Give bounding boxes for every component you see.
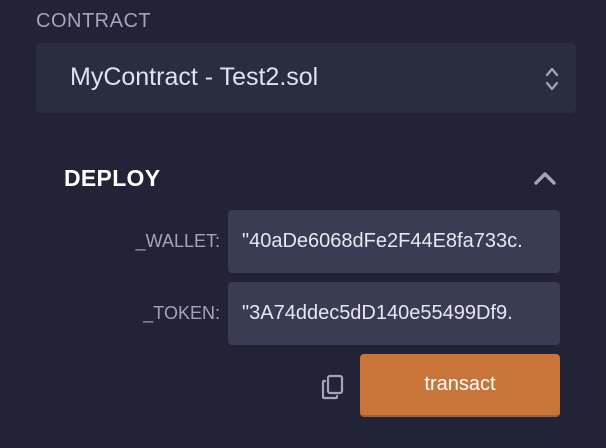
token-param-input[interactable] bbox=[228, 282, 560, 345]
up-down-chevron-icon bbox=[545, 67, 559, 91]
contract-select-value: MyContract - Test2.sol bbox=[70, 63, 319, 91]
wallet-param-label: _WALLET: bbox=[135, 231, 220, 251]
copy-icon[interactable] bbox=[320, 373, 346, 401]
chevron-up-icon[interactable] bbox=[532, 168, 558, 188]
deploy-section-title: DEPLOY bbox=[64, 165, 161, 191]
contract-select[interactable]: MyContract - Test2.sol bbox=[36, 43, 576, 113]
wallet-param-input[interactable] bbox=[228, 210, 560, 273]
transact-button[interactable]: transact bbox=[360, 354, 560, 417]
contract-label: CONTRACT bbox=[36, 10, 152, 32]
token-param-label: _TOKEN: bbox=[143, 303, 220, 323]
